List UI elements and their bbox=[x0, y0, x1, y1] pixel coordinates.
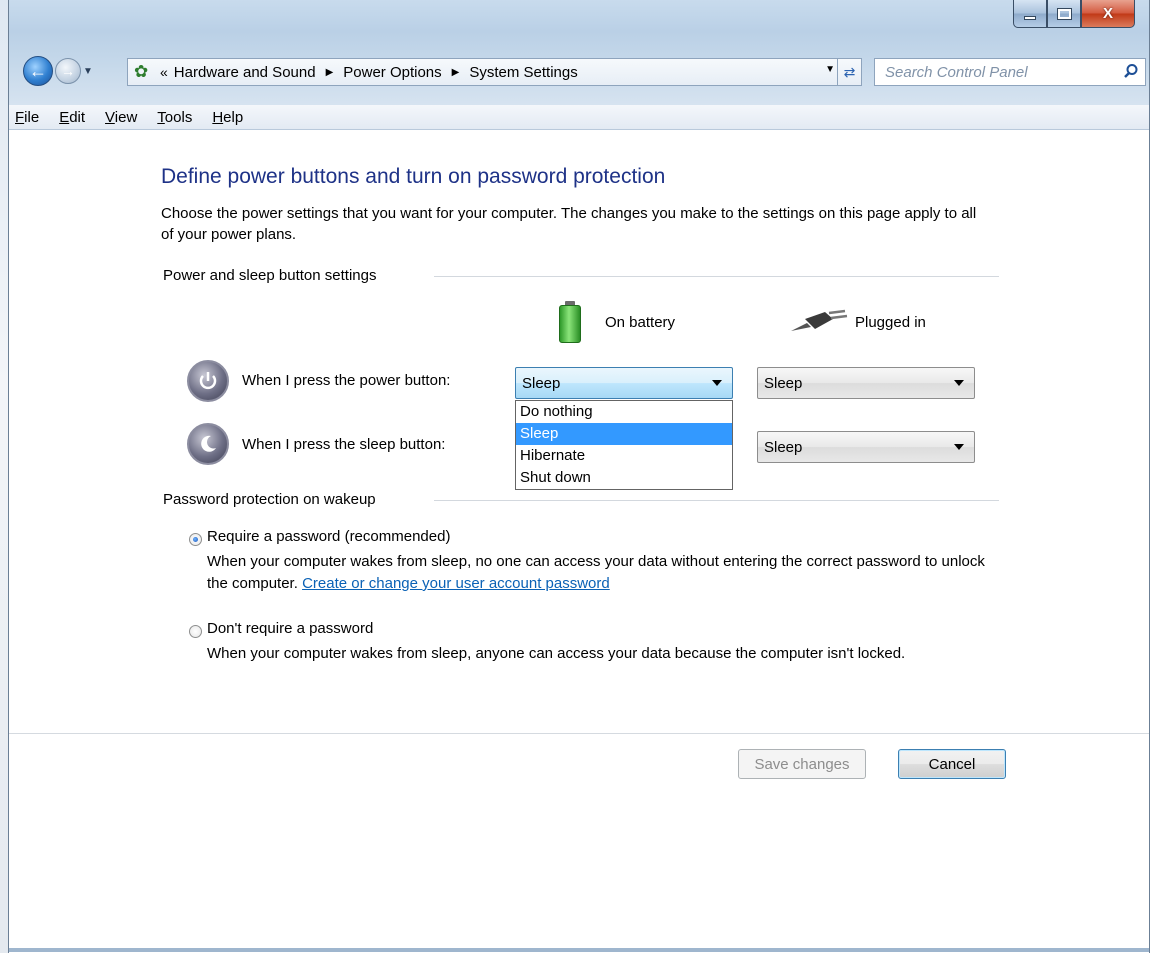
save-changes-button[interactable]: Save changes bbox=[738, 749, 866, 779]
navigation-bar: ← → ▼ ✿ « Hardware and Sound ▶ Power Opt… bbox=[9, 52, 1149, 94]
menu-view[interactable]: View bbox=[105, 109, 137, 126]
password-section-heading: Password protection on wakeup bbox=[163, 491, 376, 508]
breadcrumb-hardware-and-sound[interactable]: Hardware and Sound bbox=[174, 64, 316, 81]
no-password-label[interactable]: Don't require a password bbox=[207, 620, 373, 637]
menu-tools[interactable]: Tools bbox=[157, 109, 192, 126]
on-battery-header: On battery bbox=[557, 301, 675, 343]
chevron-down-icon bbox=[954, 380, 964, 386]
minimize-icon bbox=[1024, 15, 1036, 20]
window-bottom-border bbox=[9, 948, 1149, 952]
menu-bar: File Edit View Tools Help bbox=[9, 105, 1149, 130]
forward-arrow-icon: → bbox=[61, 63, 75, 79]
menu-file[interactable]: File bbox=[15, 109, 39, 126]
forward-button[interactable]: → bbox=[55, 58, 81, 84]
battery-icon bbox=[557, 301, 583, 343]
sleep-button-label: When I press the sleep button: bbox=[242, 436, 446, 453]
menu-help[interactable]: Help bbox=[212, 109, 243, 126]
refresh-button[interactable]: ⇄ bbox=[837, 59, 861, 85]
no-password-radio[interactable] bbox=[189, 625, 202, 638]
search-placeholder: Search Control Panel bbox=[885, 63, 1028, 81]
search-input[interactable]: Search Control Panel bbox=[874, 58, 1146, 86]
option-shut-down[interactable]: Shut down bbox=[516, 467, 732, 489]
content-area: Define power buttons and turn on passwor… bbox=[9, 131, 1149, 953]
change-password-link[interactable]: Create or change your user account passw… bbox=[302, 575, 610, 592]
search-icon[interactable] bbox=[1123, 63, 1139, 79]
page-title: Define power buttons and turn on passwor… bbox=[161, 165, 666, 188]
section-divider bbox=[434, 276, 999, 277]
title-bar: X ← → ▼ ✿ « Hardware and Sound ▶ Power O… bbox=[9, 0, 1149, 105]
power-button-on-battery-select[interactable]: Sleep bbox=[515, 367, 733, 399]
minimize-button[interactable] bbox=[1013, 0, 1047, 28]
back-button[interactable]: ← bbox=[23, 56, 53, 86]
power-button-plugged-in-select[interactable]: Sleep bbox=[757, 367, 975, 399]
sleep-button-plugged-in-select[interactable]: Sleep bbox=[757, 431, 975, 463]
address-dropdown-icon[interactable]: ▼ bbox=[825, 64, 835, 75]
menu-edit[interactable]: Edit bbox=[59, 109, 85, 126]
recent-pages-dropdown[interactable]: ▼ bbox=[83, 66, 93, 77]
power-button-dropdown-list: Do nothing Sleep Hibernate Shut down bbox=[515, 400, 733, 490]
require-password-label[interactable]: Require a password (recommended) bbox=[207, 528, 450, 545]
plugged-in-header: Plugged in bbox=[789, 309, 926, 335]
option-sleep[interactable]: Sleep bbox=[516, 423, 732, 445]
breadcrumb-power-options[interactable]: Power Options bbox=[343, 64, 441, 81]
chevron-down-icon bbox=[712, 380, 722, 386]
close-icon: X bbox=[1102, 5, 1113, 22]
plug-icon bbox=[791, 309, 848, 331]
option-hibernate[interactable]: Hibernate bbox=[516, 445, 732, 467]
chevron-down-icon bbox=[954, 444, 964, 450]
sleep-button-icon bbox=[187, 423, 229, 465]
section-divider bbox=[434, 500, 999, 501]
close-button[interactable]: X bbox=[1081, 0, 1135, 28]
control-panel-window: X ← → ▼ ✿ « Hardware and Sound ▶ Power O… bbox=[8, 0, 1150, 953]
power-section-heading: Power and sleep button settings bbox=[163, 267, 377, 284]
window-controls: X bbox=[1013, 0, 1135, 30]
no-password-description: When your computer wakes from sleep, any… bbox=[207, 645, 906, 662]
maximize-button[interactable] bbox=[1047, 0, 1081, 28]
power-button-icon bbox=[187, 360, 229, 402]
breadcrumb-overflow[interactable]: « bbox=[160, 64, 168, 80]
breadcrumb-separator-icon[interactable]: ▶ bbox=[326, 67, 334, 78]
option-do-nothing[interactable]: Do nothing bbox=[516, 401, 732, 423]
footer-divider bbox=[9, 733, 1149, 734]
breadcrumb-separator-icon[interactable]: ▶ bbox=[452, 67, 460, 78]
cancel-button[interactable]: Cancel bbox=[898, 749, 1006, 779]
on-battery-label: On battery bbox=[605, 313, 676, 331]
require-password-radio[interactable] bbox=[189, 533, 202, 546]
page-intro: Choose the power settings that you want … bbox=[161, 205, 977, 243]
refresh-icon: ⇄ bbox=[843, 63, 856, 80]
require-password-description: When your computer wakes from sleep, no … bbox=[207, 553, 985, 592]
maximize-icon bbox=[1056, 7, 1072, 20]
address-bar[interactable]: ✿ « Hardware and Sound ▶ Power Options ▶… bbox=[127, 58, 862, 86]
plugged-in-label: Plugged in bbox=[855, 313, 926, 331]
back-arrow-icon: ← bbox=[29, 60, 47, 81]
control-panel-icon: ✿ bbox=[134, 62, 149, 81]
breadcrumb-system-settings[interactable]: System Settings bbox=[469, 64, 577, 81]
power-button-label: When I press the power button: bbox=[242, 372, 451, 389]
